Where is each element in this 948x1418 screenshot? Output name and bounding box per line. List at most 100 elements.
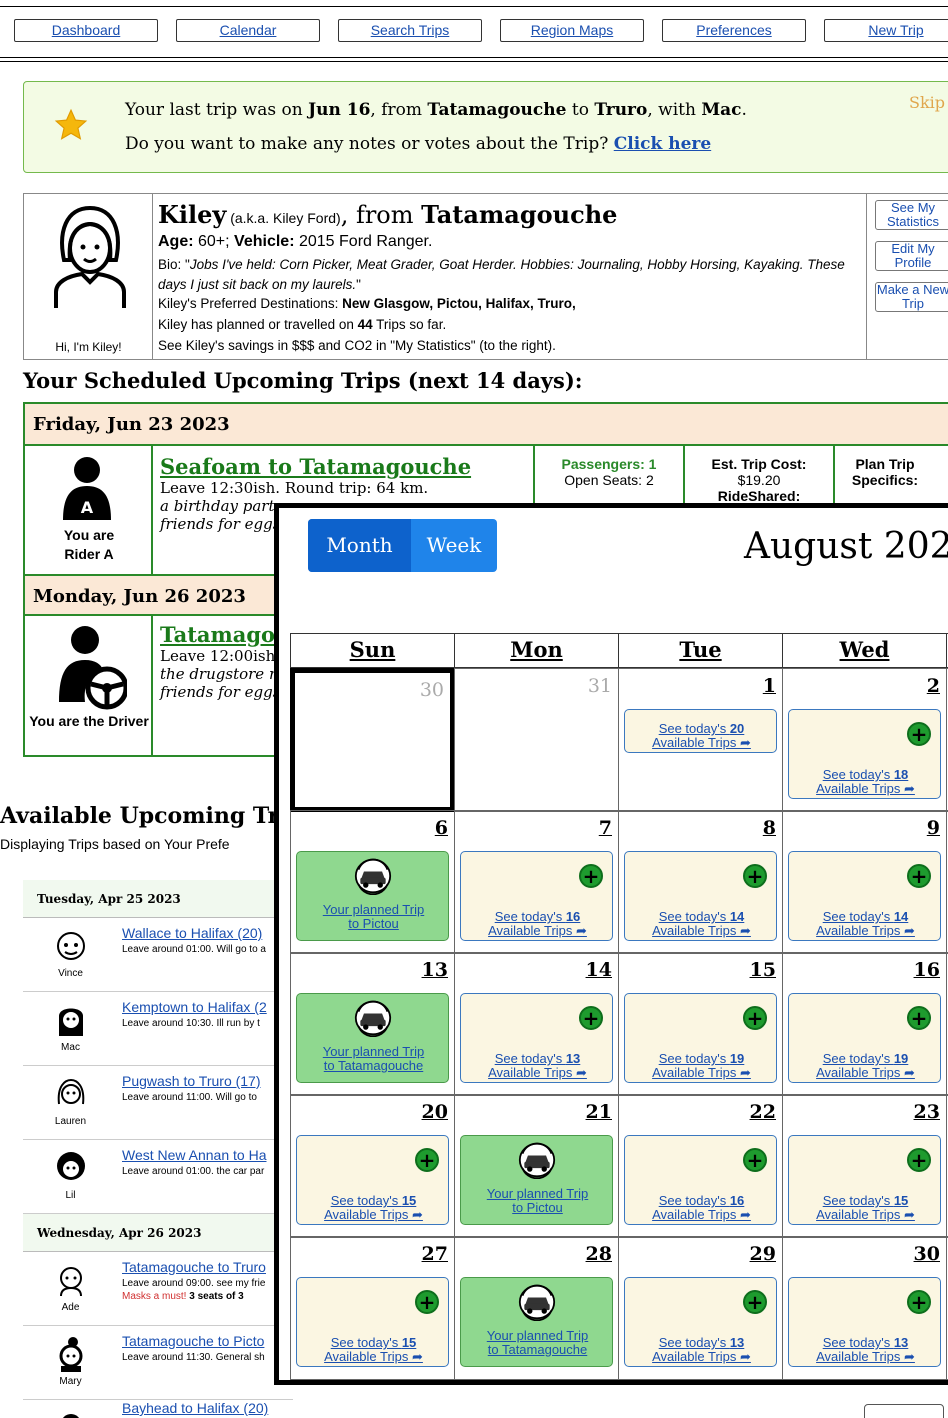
nav-dashboard[interactable]: Dashboard: [14, 19, 158, 42]
nav-calendar[interactable]: Calendar: [176, 19, 320, 42]
calendar-day-cell[interactable]: 13 Your planned Trip to Tatamagouche: [290, 952, 455, 1096]
planned-trip-link[interactable]: Your planned Trip to Pictou: [461, 1187, 614, 1215]
see-available-trips-link[interactable]: See today's 19 Available Trips ➦: [789, 1052, 942, 1080]
add-trip-plus-icon[interactable]: +: [579, 1006, 603, 1030]
add-trip-plus-icon[interactable]: +: [743, 1006, 767, 1030]
available-trips-box[interactable]: + See today's 14 Available Trips ➦: [624, 851, 777, 941]
available-trips-box[interactable]: + See today's 19 Available Trips ➦: [788, 993, 941, 1083]
planned-trip-link[interactable]: Your planned Trip to Tatamagouche: [297, 1045, 450, 1073]
available-trip-title[interactable]: West New Annan to Ha: [122, 1147, 266, 1163]
calendar-day-cell[interactable]: 28 Your planned Trip to Tatamagouche: [454, 1236, 619, 1380]
add-trip-plus-icon[interactable]: +: [907, 1006, 931, 1030]
notes-click-here-link[interactable]: Click here: [614, 134, 711, 154]
make-new-trip-button[interactable]: Make a New Trip: [875, 282, 948, 312]
skip-link[interactable]: Skip: [909, 93, 945, 112]
available-trips-box[interactable]: + See today's 13 Available Trips ➦: [788, 1277, 941, 1367]
available-trip-title[interactable]: Tatamagouche to Truro: [122, 1259, 266, 1275]
planned-trip-box[interactable]: Your planned Trip to Pictou: [460, 1135, 613, 1225]
available-trips-box[interactable]: + See today's 14 Available Trips ➦: [788, 851, 941, 941]
available-trips-box[interactable]: + See today's 15 Available Trips ➦: [296, 1135, 449, 1225]
see-available-trips-link[interactable]: See today's 15 Available Trips ➦: [789, 1194, 942, 1222]
add-trip-plus-icon[interactable]: +: [743, 1290, 767, 1314]
calendar-day-cell[interactable]: 27 + See today's 15 Available Trips ➦: [290, 1236, 455, 1380]
available-trips-box[interactable]: + See today's 18 Available Trips ➦: [788, 709, 941, 799]
see-available-trips-link[interactable]: See today's 14 Available Trips ➦: [625, 910, 778, 938]
calendar-day-cell[interactable]: 9 + See today's 14 Available Trips ➦: [782, 810, 947, 954]
available-trip-row[interactable]: Bayhead to Halifax (20): [23, 1400, 293, 1418]
plan-trip-specifics[interactable]: Plan Trip Specifics:: [835, 456, 935, 488]
see-available-trips-link[interactable]: See today's 18 Available Trips ➦: [789, 768, 942, 796]
available-trip-row[interactable]: Lil West New Annan to Ha Leave around 01…: [23, 1140, 293, 1214]
add-trip-plus-icon[interactable]: +: [415, 1290, 439, 1314]
calendar-day-cell[interactable]: 7 + See today's 16 Available Trips ➦: [454, 810, 619, 954]
calendar-day-cell[interactable]: 20 + See today's 15 Available Trips ➦: [290, 1094, 455, 1238]
calendar-day-cell[interactable]: 29 + See today's 13 Available Trips ➦: [618, 1236, 783, 1380]
calendar-day-cell[interactable]: 23 + See today's 15 Available Trips ➦: [782, 1094, 947, 1238]
add-trip-plus-icon[interactable]: +: [743, 1148, 767, 1172]
calendar-day-cell[interactable]: 6 Your planned Trip to Pictou: [290, 810, 455, 954]
trip-1-title[interactable]: Seafoam to Tatamagouche: [160, 454, 530, 479]
see-available-trips-link[interactable]: See today's 20 Available Trips ➦: [625, 722, 778, 750]
see-available-trips-link[interactable]: See today's 13 Available Trips ➦: [625, 1336, 778, 1364]
add-trip-plus-icon[interactable]: +: [907, 722, 931, 746]
calendar-day-cell[interactable]: 14 + See today's 13 Available Trips ➦: [454, 952, 619, 1096]
edit-my-profile-button[interactable]: Edit My Profile: [875, 241, 948, 271]
available-trip-title[interactable]: Bayhead to Halifax (20): [122, 1400, 268, 1416]
see-available-trips-link[interactable]: See today's 14 Available Trips ➦: [789, 910, 942, 938]
available-trip-row[interactable]: Lauren Pugwash to Truro (17) Leave aroun…: [23, 1066, 293, 1140]
available-trips-box[interactable]: + See today's 15 Available Trips ➦: [296, 1277, 449, 1367]
calendar-day-cell[interactable]: 21 Your planned Trip to Pictou: [454, 1094, 619, 1238]
nav-new-trip[interactable]: New Trip: [824, 19, 948, 42]
see-available-trips-link[interactable]: See today's 19 Available Trips ➦: [625, 1052, 778, 1080]
add-trip-plus-icon[interactable]: +: [743, 864, 767, 888]
see-available-trips-link[interactable]: See today's 16 Available Trips ➦: [625, 1194, 778, 1222]
add-trip-plus-icon[interactable]: +: [907, 1290, 931, 1314]
add-trip-plus-icon[interactable]: +: [415, 1148, 439, 1172]
available-trip-title[interactable]: Tatamagouche to Picto: [122, 1333, 264, 1349]
see-available-trips-link[interactable]: See today's 13 Available Trips ➦: [461, 1052, 614, 1080]
calendar-day-cell[interactable]: 22 + See today's 16 Available Trips ➦: [618, 1094, 783, 1238]
add-trip-plus-icon[interactable]: +: [907, 864, 931, 888]
calendar-day-cell[interactable]: 30 + See today's 13 Available Trips ➦: [782, 1236, 947, 1380]
available-trip-row[interactable]: Mac Kemptown to Halifax (2 Leave around …: [23, 992, 293, 1066]
available-trips-box[interactable]: + See today's 13 Available Trips ➦: [624, 1277, 777, 1367]
add-trip-plus-icon[interactable]: +: [579, 864, 603, 888]
calendar-day-cell[interactable]: 16 + See today's 19 Available Trips ➦: [782, 952, 947, 1096]
calendar-day-cell[interactable]: 15 + See today's 19 Available Trips ➦: [618, 952, 783, 1096]
planned-trip-box[interactable]: Your planned Trip to Pictou: [296, 851, 449, 941]
nav-search-trips[interactable]: Search Trips: [338, 19, 482, 42]
see-my-statistics-button[interactable]: See My Statistics: [875, 200, 948, 230]
see-available-trips-link[interactable]: See today's 16 Available Trips ➦: [461, 910, 614, 938]
available-trip-title[interactable]: Pugwash to Truro (17): [122, 1073, 261, 1089]
nav-preferences[interactable]: Preferences: [662, 19, 806, 42]
available-trip-row[interactable]: Mary Tatamagouche to Picto Leave around …: [23, 1326, 293, 1400]
calendar-day-cell[interactable]: 1 See today's 20 Available Trips ➦: [618, 668, 783, 812]
available-trips-box[interactable]: + See today's 16 Available Trips ➦: [624, 1135, 777, 1225]
available-trip-row[interactable]: Ade Tatamagouche to Truro Leave around 0…: [23, 1252, 293, 1326]
planned-trip-box[interactable]: Your planned Trip to Tatamagouche: [296, 993, 449, 1083]
see-available-trips-link[interactable]: See today's 15 Available Trips ➦: [297, 1336, 450, 1364]
available-trip-title[interactable]: Wallace to Halifax (20): [122, 925, 262, 941]
planned-trip-link[interactable]: Your planned Trip to Pictou: [297, 903, 450, 931]
available-trips-box[interactable]: + See today's 19 Available Trips ➦: [624, 993, 777, 1083]
trip-action-button-partial[interactable]: [864, 1404, 944, 1418]
available-trip-title[interactable]: Kemptown to Halifax (2: [122, 999, 267, 1015]
available-trip-row[interactable]: Vince Wallace to Halifax (20) Leave arou…: [23, 918, 293, 992]
calendar-day-cell[interactable]: 31: [454, 668, 619, 812]
planned-trip-box[interactable]: Your planned Trip to Tatamagouche: [460, 1277, 613, 1367]
nav-region-maps[interactable]: Region Maps: [500, 19, 644, 42]
calendar-day-cell[interactable]: 8 + See today's 14 Available Trips ➦: [618, 810, 783, 954]
add-trip-plus-icon[interactable]: +: [907, 1148, 931, 1172]
see-available-trips-link[interactable]: See today's 15 Available Trips ➦: [297, 1194, 450, 1222]
planned-trip-link[interactable]: Your planned Trip to Tatamagouche: [461, 1329, 614, 1357]
calendar-day-cell[interactable]: 30: [290, 668, 455, 812]
available-trips-box[interactable]: + See today's 16 Available Trips ➦: [460, 851, 613, 941]
see-available-trips-link[interactable]: See today's 13 Available Trips ➦: [789, 1336, 942, 1364]
week-view-button[interactable]: Week: [411, 519, 497, 572]
available-trips-box[interactable]: + See today's 15 Available Trips ➦: [788, 1135, 941, 1225]
calendar-day-cell[interactable]: 2 + See today's 18 Available Trips ➦: [782, 668, 947, 812]
month-view-button[interactable]: Month: [308, 519, 411, 572]
available-trips-box[interactable]: + See today's 13 Available Trips ➦: [460, 993, 613, 1083]
available-trips-box[interactable]: See today's 20 Available Trips ➦: [624, 709, 777, 753]
available-day-header: Wednesday, Apr 26 2023: [23, 1214, 293, 1252]
